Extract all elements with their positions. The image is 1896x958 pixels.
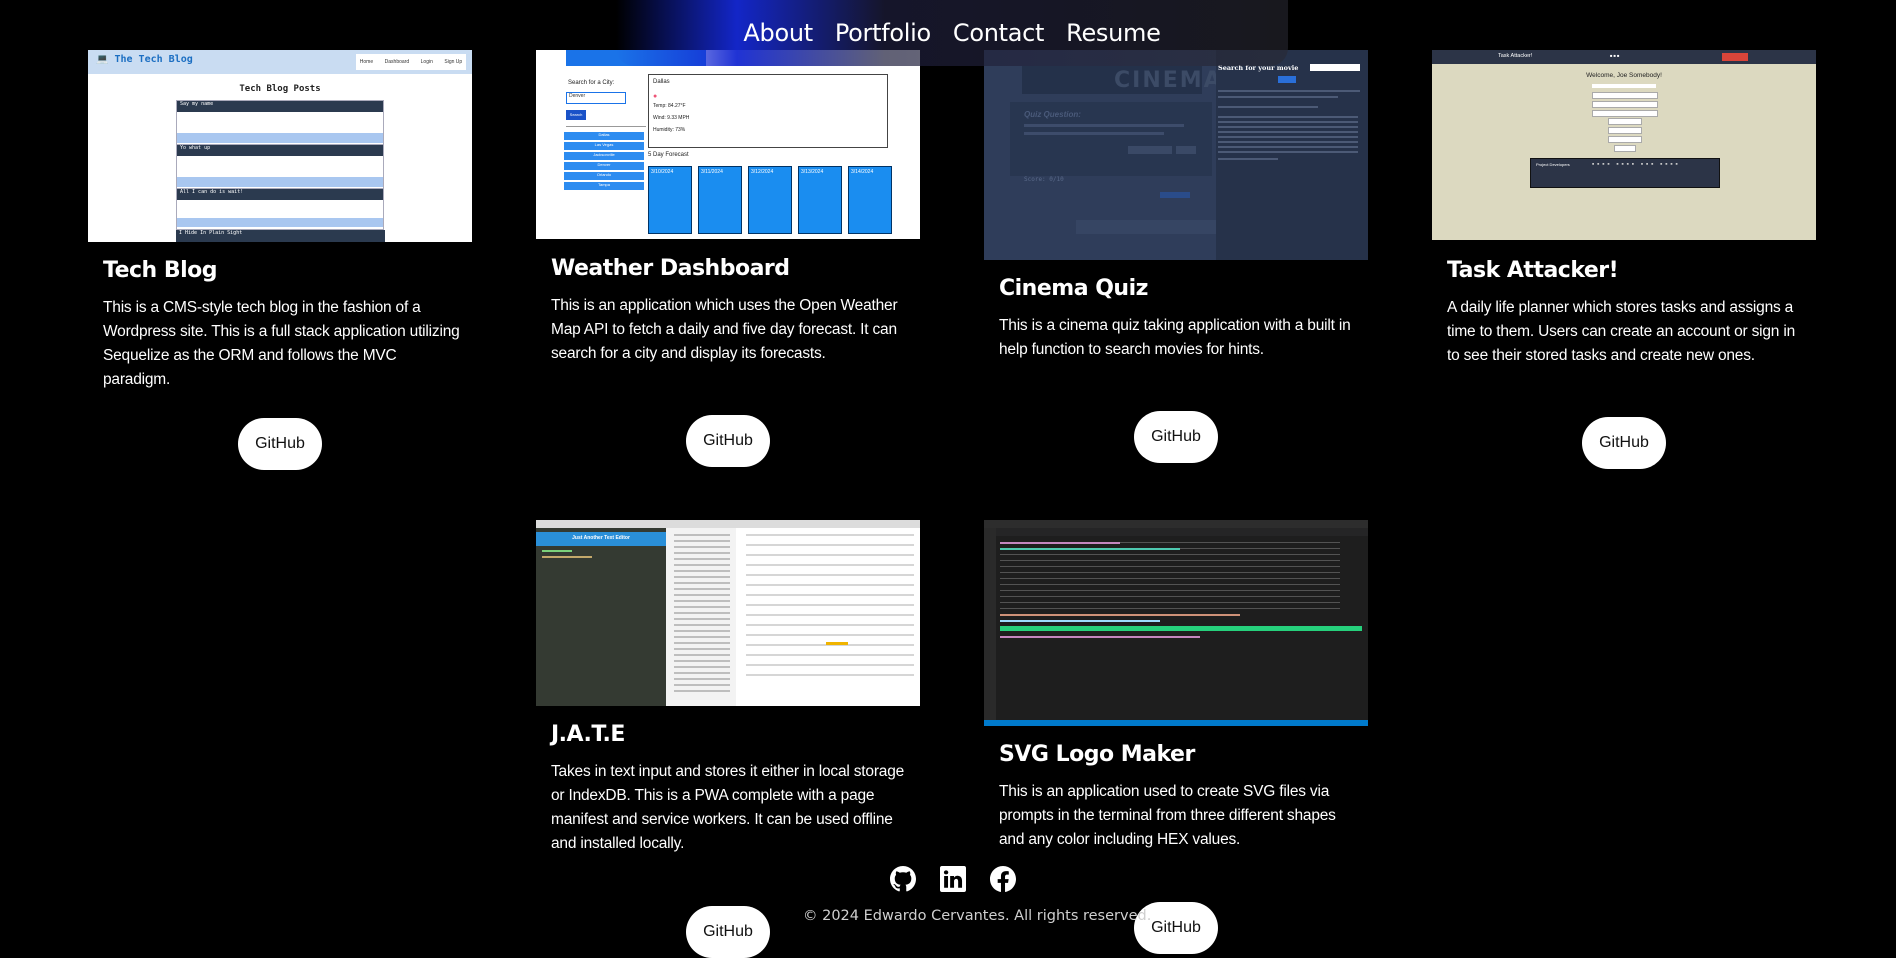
screenshot-question-title: Quiz Question:	[1024, 110, 1081, 119]
project-title: Weather Dashboard	[551, 256, 790, 281]
screenshot-heading: Tech Blog Posts	[239, 84, 321, 94]
screenshot-post: Say my name	[177, 101, 383, 112]
project-screenshot: Task Attacker! ■ ■ ■ Welcome, Joe Somebo…	[1432, 50, 1816, 240]
screenshot-logo: CINEMA	[1114, 68, 1223, 93]
project-screenshot: Just Another Text Editor	[536, 520, 920, 706]
screenshot-brand: Task Attacker!	[1498, 53, 1533, 59]
github-button[interactable]: GitHub	[686, 906, 770, 958]
github-button[interactable]: GitHub	[1134, 411, 1218, 463]
project-description: This is an application used to create SV…	[999, 783, 1336, 848]
project-screenshot: Search for a City: Denver Search Dallas …	[536, 50, 920, 239]
linkedin-icon[interactable]	[940, 866, 966, 892]
screenshot-forecast-day: 3/13/2024	[798, 166, 842, 234]
screenshot-nav: Home	[359, 59, 374, 65]
screenshot-brand: 💻 The Tech Blog	[96, 54, 193, 65]
nav-portfolio[interactable]: Portfolio	[835, 19, 931, 47]
screenshot-search-input: Denver	[566, 92, 626, 104]
screenshot-humidity: Humidity: 73%	[653, 127, 686, 133]
screenshot-history-item: Tampa	[564, 182, 644, 190]
screenshot-history-item: Dallas	[564, 132, 644, 140]
nav-contact[interactable]: Contact	[953, 19, 1045, 47]
nav-resume[interactable]: Resume	[1066, 19, 1161, 47]
top-nav: About Portfolio Contact Resume	[616, 0, 1288, 66]
github-button[interactable]: GitHub	[686, 415, 770, 467]
project-card-jate: Just Another Text Editor J.A.T.E Takes i…	[536, 520, 920, 958]
project-title: Cinema Quiz	[999, 276, 1148, 301]
project-card-cinema-quiz: CINEMA Quiz Question: Score: 0/10 Search…	[984, 50, 1368, 470]
screenshot-nav: Login	[420, 59, 433, 65]
project-description: This is an application which uses the Op…	[551, 297, 898, 362]
screenshot-temp: Temp: 84.27°F	[653, 103, 686, 109]
project-title: J.A.T.E	[551, 722, 625, 747]
github-button[interactable]: GitHub	[1582, 417, 1666, 469]
project-description: Takes in text input and stores it either…	[551, 763, 905, 852]
screenshot-forecast-day: 3/14/2024	[848, 166, 892, 234]
screenshot-post: I Hide In Plain Sight	[176, 230, 385, 242]
screenshot-header: Just Another Text Editor	[572, 535, 630, 541]
facebook-icon[interactable]	[990, 866, 1016, 892]
screenshot-search-button: Search	[566, 110, 586, 120]
project-card-task-attacker: Task Attacker! ■ ■ ■ Welcome, Joe Somebo…	[1432, 50, 1816, 470]
screenshot-city: Dallas	[653, 79, 670, 85]
project-card-weather-dashboard: Search for a City: Denver Search Dallas …	[536, 50, 920, 470]
project-screenshot	[984, 520, 1368, 726]
project-title: SVG Logo Maker	[999, 742, 1195, 767]
screenshot-search-label: Search for a City:	[568, 80, 615, 86]
github-button[interactable]: GitHub	[238, 418, 322, 470]
screenshot-forecast-day: 3/10/2024	[648, 166, 692, 234]
screenshot-history-item: Orlando	[564, 172, 644, 180]
screenshot-score: Score: 0/10	[1024, 176, 1064, 183]
project-description: A daily life planner which stores tasks …	[1447, 299, 1795, 364]
screenshot-history-item: Las Vegas	[564, 142, 644, 150]
copyright-text: © 2024 Edwardo Cervantes. All rights res…	[803, 908, 1152, 924]
project-description: This is a cinema quiz taking application…	[999, 317, 1351, 358]
screenshot-post: All I can do is wait!	[177, 189, 383, 200]
screenshot-nav: Dashboard	[384, 59, 410, 65]
screenshot-history-item: Denver	[564, 162, 644, 170]
screenshot-forecast-day: 3/11/2024	[698, 166, 742, 234]
project-card-tech-blog: 💻 The Tech Blog Home Dashboard Login Sig…	[88, 50, 472, 470]
project-card-svg-logo-maker: SVG Logo Maker This is an application us…	[984, 520, 1368, 954]
social-links	[890, 866, 1016, 892]
project-title: Task Attacker!	[1447, 258, 1619, 283]
screenshot-history-item: Jacksonville	[564, 152, 644, 160]
project-title: Tech Blog	[103, 258, 218, 283]
project-screenshot: 💻 The Tech Blog Home Dashboard Login Sig…	[88, 50, 472, 242]
screenshot-nav: Sign Up	[444, 59, 463, 65]
screenshot-forecast-day: 3/12/2024	[748, 166, 792, 234]
screenshot-wind: Wind: 9.33 MPH	[653, 115, 690, 121]
screenshot-section: Project Developers	[1536, 162, 1570, 167]
nav-about[interactable]: About	[743, 19, 813, 47]
project-screenshot: CINEMA Quiz Question: Score: 0/10 Search…	[984, 50, 1368, 260]
screenshot-post: Yo what up	[177, 145, 383, 156]
screenshot-welcome: Welcome, Joe Somebody!	[1586, 72, 1662, 79]
project-description: This is a CMS-style tech blog in the fas…	[103, 299, 460, 388]
screenshot-forecast-title: 5 Day Forecast	[648, 152, 689, 158]
github-icon[interactable]	[890, 866, 916, 892]
